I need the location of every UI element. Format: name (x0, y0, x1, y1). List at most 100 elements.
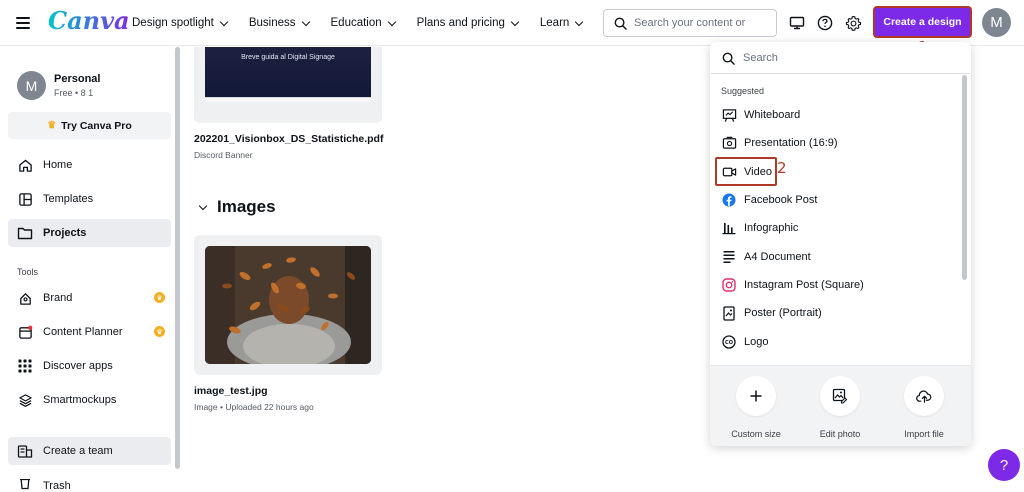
design-type-label: Instagram Post (Square) (744, 279, 864, 291)
crown-icon: ♛ (47, 120, 57, 131)
pro-crown-icon: ♛ (154, 326, 165, 337)
instagram-icon (721, 277, 737, 293)
content-search[interactable] (603, 9, 777, 37)
design-type-presentation[interactable]: Presentation (16:9) (718, 130, 958, 156)
design-type-label: Whiteboard (744, 109, 801, 121)
upload-cloud-icon (915, 390, 931, 403)
design-type-label: Presentation (16:9) (744, 137, 838, 149)
desktop-app-icon[interactable] (787, 13, 807, 33)
gear-icon[interactable] (843, 13, 863, 33)
design-type-a4-document[interactable]: A4 Document (718, 244, 958, 270)
nav-design-spotlight[interactable]: Design spotlight (132, 17, 229, 29)
account-switcher[interactable]: M Personal Free • 8 1 (17, 71, 100, 100)
design-type-instagram-post[interactable]: Instagram Post (Square) (718, 272, 958, 298)
chevron-down-icon (387, 17, 396, 26)
design-type-label: Poster (Portrait) (744, 307, 822, 319)
action-label: Custom size (731, 429, 781, 439)
thumbnail-strip (205, 97, 371, 102)
sidebar-item-label: Brand (43, 292, 73, 304)
apps-grid-icon (16, 357, 34, 375)
nav-learn[interactable]: Learn (540, 17, 584, 29)
sidebar-item-label: Content Planner (43, 326, 123, 338)
sidebar-item-trash[interactable]: Trash (8, 479, 171, 492)
try-canva-pro-button[interactable]: ♛ Try Canva Pro (8, 112, 171, 139)
pro-crown-icon: ♛ (154, 292, 165, 303)
design-search[interactable] (711, 43, 970, 74)
design-search-input[interactable] (743, 52, 943, 64)
sidebar-item-home[interactable]: Home (8, 151, 171, 179)
sidebar-item-projects[interactable]: Projects (8, 219, 171, 247)
design-type-facebook-post[interactable]: Facebook Post (718, 187, 958, 213)
design-type-logo[interactable]: CO Logo (718, 329, 958, 355)
poster-icon (721, 305, 737, 321)
nav-education[interactable]: Education (330, 17, 396, 29)
help-button[interactable]: ? (988, 449, 1020, 481)
edit-photo-button[interactable]: Edit photo (805, 376, 875, 439)
design-type-label: Video (744, 165, 772, 178)
action-label: Edit photo (819, 429, 861, 439)
canva-logo[interactable]: Canva (48, 6, 130, 35)
design-type-whiteboard[interactable]: Whiteboard (718, 102, 958, 128)
layers-icon (16, 391, 34, 409)
logo-icon: CO (721, 334, 737, 350)
image-file-name[interactable]: image_test.jpg (194, 385, 268, 397)
import-file-button[interactable]: Import file (889, 376, 959, 439)
trash-icon (16, 479, 34, 492)
design-type-poster[interactable]: Poster (Portrait) (718, 300, 958, 326)
sidebar-item-templates[interactable]: Templates (8, 185, 171, 213)
file-type: Discord Banner (194, 150, 253, 160)
sidebar-item-label: Trash (43, 480, 71, 492)
account-plan: Free • 8 1 (54, 88, 94, 98)
annotation-step-2: 2 (777, 159, 787, 177)
chevron-down-icon (575, 17, 584, 26)
images-section-header[interactable]: Images (198, 197, 276, 217)
whiteboard-icon (721, 107, 737, 123)
sidebar-item-label: Home (43, 159, 73, 171)
brand-icon (16, 289, 34, 307)
svg-text:CO: CO (725, 340, 733, 346)
dropdown-scrollbar[interactable] (962, 75, 967, 280)
sidebar-item-label: Templates (43, 193, 94, 205)
sidebar: M Personal Free • 8 1 ♛ Try Canva Pro Ho… (0, 47, 182, 492)
chevron-down-icon (198, 201, 208, 210)
nav-label: Education (330, 17, 382, 29)
image-preview (205, 246, 371, 364)
sidebar-item-brand[interactable]: Brand ♛ (8, 284, 171, 312)
content-search-input[interactable] (634, 17, 764, 29)
nav-label: Business (248, 17, 296, 29)
chevron-down-icon (301, 17, 310, 26)
sidebar-item-content-planner[interactable]: Content Planner ♛ (8, 318, 171, 346)
sidebar-item-smartmockups[interactable]: Smartmockups (8, 386, 171, 414)
sidebar-item-label: Smartmockups (43, 394, 117, 406)
sidebar-scrollbar[interactable] (175, 47, 180, 469)
tools-section-label: Tools (17, 267, 39, 277)
avatar[interactable]: M (982, 8, 1011, 37)
nav-plans-pricing[interactable]: Plans and pricing (417, 17, 520, 29)
image-file-meta: Image • Uploaded 22 hours ago (194, 402, 314, 412)
create-design-button[interactable]: Create a design (873, 6, 972, 38)
sidebar-item-discover-apps[interactable]: Discover apps (8, 352, 171, 380)
image-thumbnail[interactable] (194, 235, 382, 375)
sidebar-item-label: Discover apps (43, 360, 113, 372)
custom-size-button[interactable]: Custom size (721, 376, 791, 439)
main-nav: Design spotlight Business Education Plan… (132, 0, 604, 46)
create-team-button[interactable]: Create a team (8, 437, 171, 465)
file-name[interactable]: 202201_Visionbox_DS_Statistiche.pdf (194, 133, 383, 145)
menu-icon[interactable] (16, 13, 30, 33)
section-title: Images (217, 197, 276, 216)
create-design-dropdown: Suggested Whiteboard Presentation (16:9)… (710, 42, 971, 446)
folder-icon (16, 224, 34, 242)
file-thumbnail[interactable]: Breve guida al Digital Signage (194, 47, 382, 123)
design-type-label: Facebook Post (744, 194, 818, 206)
facebook-icon (721, 192, 737, 208)
chevron-down-icon (219, 17, 229, 26)
thumbnail-text: Breve guida al Digital Signage (241, 54, 335, 61)
help-icon[interactable] (815, 13, 835, 33)
search-icon (614, 17, 627, 30)
nav-business[interactable]: Business (248, 17, 310, 29)
video-icon (721, 164, 737, 180)
suggested-label: Suggested (721, 86, 765, 96)
design-type-infographic[interactable]: Infographic (718, 215, 958, 241)
design-type-video[interactable]: Video (715, 157, 777, 186)
infographic-icon (721, 220, 737, 236)
